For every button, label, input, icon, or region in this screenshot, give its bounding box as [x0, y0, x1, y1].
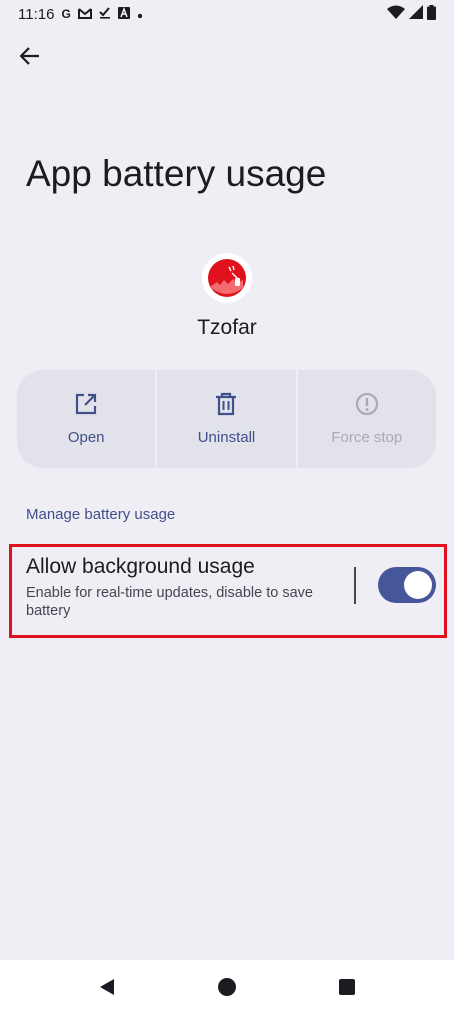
preference-divider — [354, 567, 356, 604]
google-icon: G — [61, 7, 71, 21]
tzofar-logo-icon — [208, 259, 246, 297]
back-icon — [100, 978, 114, 995]
app-name: Tzofar — [197, 316, 257, 339]
uninstall-button[interactable]: Uninstall — [157, 370, 296, 468]
open-external-icon — [74, 392, 98, 421]
preference-summary: Enable for real-time updates, disable to… — [26, 585, 313, 619]
section-header: Manage battery usage — [26, 506, 176, 523]
page-title: App battery usage — [26, 153, 327, 194]
home-icon — [218, 977, 236, 996]
preference-title[interactable]: Allow background usage — [26, 555, 255, 579]
status-time: 11:16 — [18, 5, 55, 23]
navigation-bar — [0, 960, 454, 1013]
uninstall-label: Uninstall — [197, 429, 256, 446]
toggle-thumb — [404, 571, 432, 599]
app-actions: Open Uninstall Force stop — [17, 370, 436, 468]
nav-home-button[interactable] — [215, 975, 239, 999]
wifi-icon — [387, 5, 405, 23]
signal-icon — [409, 5, 423, 23]
nav-recents-button[interactable] — [335, 975, 359, 999]
nav-back-button[interactable] — [95, 975, 119, 999]
a-icon — [117, 6, 130, 23]
dot-icon — [137, 6, 143, 23]
back-button[interactable] — [14, 42, 46, 74]
app-icon — [202, 253, 252, 303]
open-button[interactable]: Open — [17, 370, 156, 468]
arrow-back-icon — [19, 46, 40, 70]
recents-icon — [339, 978, 355, 995]
status-bar: 11:16 G — [0, 0, 454, 28]
alert-circle-icon — [355, 392, 379, 421]
check-icon — [99, 6, 111, 23]
open-label: Open — [67, 429, 105, 446]
status-right — [387, 4, 436, 24]
battery-icon — [427, 4, 436, 24]
trash-icon — [215, 392, 237, 421]
status-left: 11:16 G — [18, 6, 143, 23]
background-usage-toggle[interactable] — [378, 567, 436, 603]
gmail-icon — [77, 6, 92, 23]
force-stop-button[interactable]: Force stop — [297, 370, 436, 468]
force-stop-label: Force stop — [331, 429, 403, 446]
